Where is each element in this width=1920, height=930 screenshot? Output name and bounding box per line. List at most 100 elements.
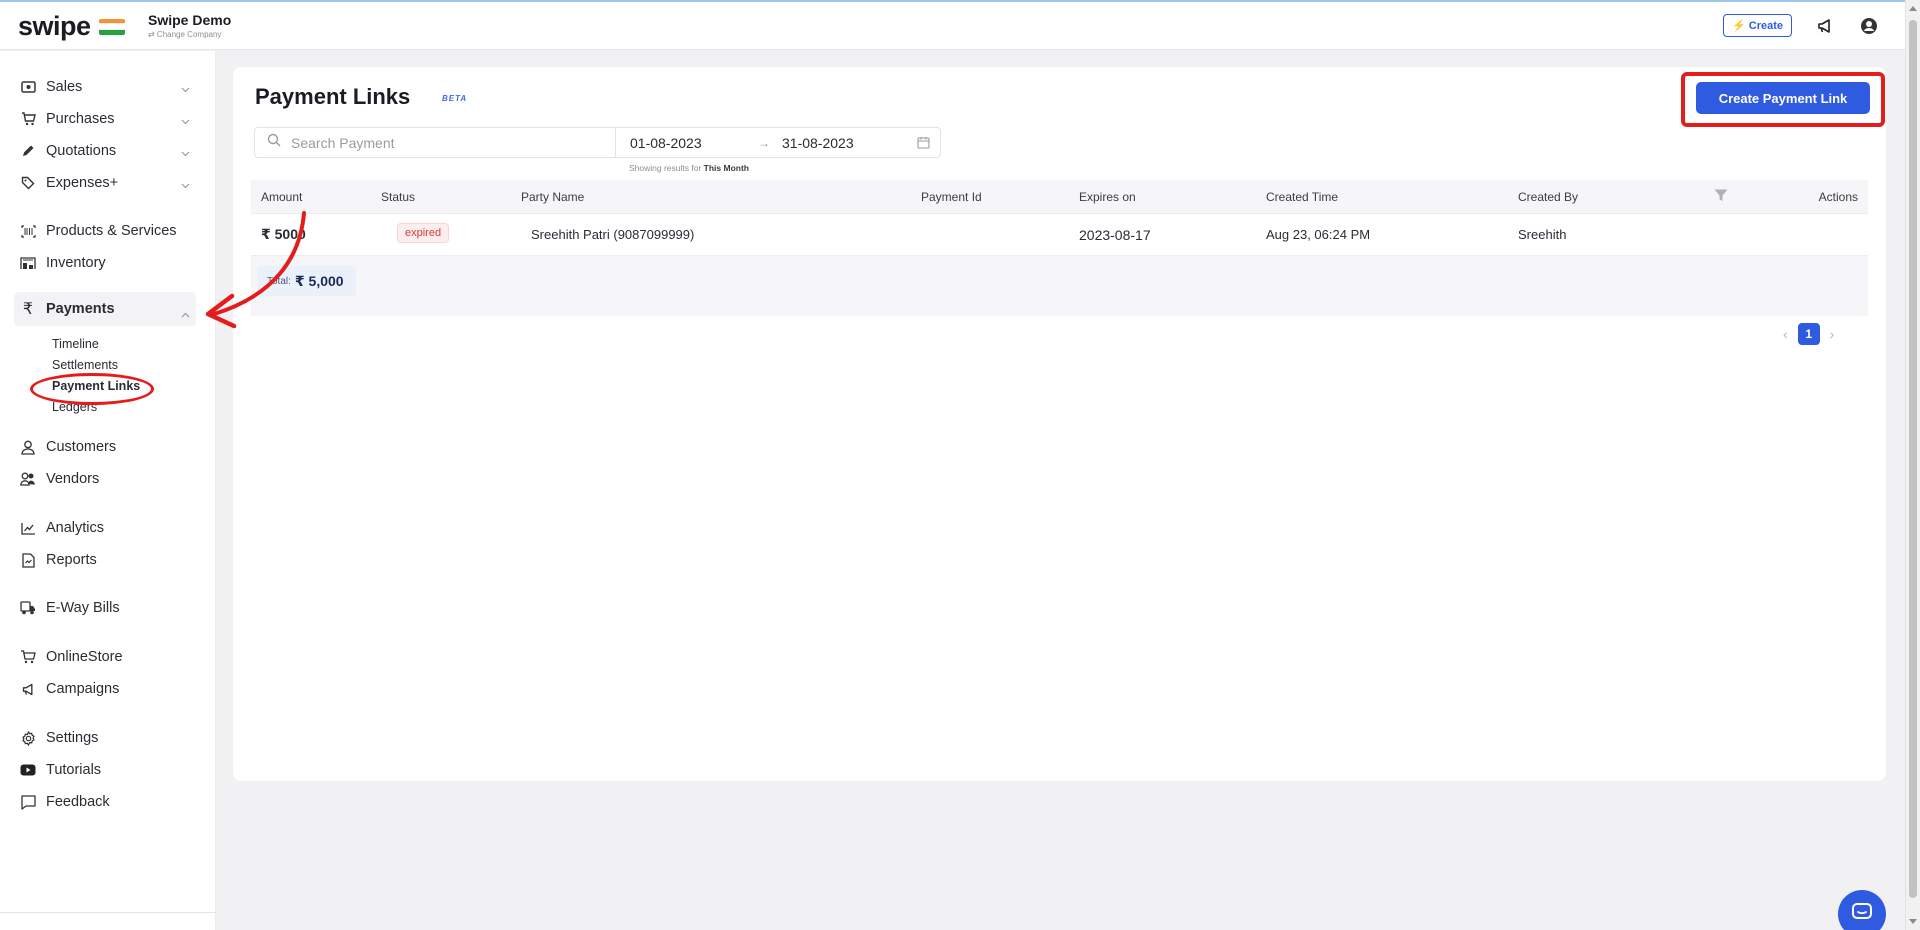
pagination-next-button[interactable]: › bbox=[1830, 326, 1835, 342]
pagination-page-1[interactable]: 1 bbox=[1797, 323, 1820, 345]
date-range-picker[interactable]: 01-08-2023 → 31-08-2023 bbox=[615, 127, 941, 158]
quick-create-label: Create bbox=[1748, 19, 1783, 32]
cell-created-time: Aug 23, 06:24 PM bbox=[1266, 227, 1371, 242]
sidebar-item-feedback[interactable]: Feedback bbox=[20, 790, 196, 814]
total-value: ₹ 5,000 bbox=[294, 272, 344, 289]
sidebar-item-products[interactable]: Products & Services bbox=[20, 219, 196, 243]
filter-icon[interactable] bbox=[1714, 189, 1728, 205]
chart-line-icon bbox=[20, 520, 36, 536]
cell-amount: ₹ 5000 bbox=[261, 226, 306, 242]
sidebar-item-label: Purchases bbox=[46, 111, 115, 127]
sidebar-subitem-ledgers[interactable]: Ledgers bbox=[52, 400, 97, 414]
sidebar-item-inventory[interactable]: Inventory bbox=[20, 251, 196, 275]
pencil-icon bbox=[20, 143, 36, 159]
col-header-actions: Actions bbox=[1818, 190, 1858, 204]
scroll-up-icon[interactable] bbox=[1909, 6, 1917, 11]
sidebar-footer bbox=[0, 912, 216, 930]
total-label: Total: bbox=[267, 275, 291, 287]
sidebar-item-label: Expenses+ bbox=[46, 175, 119, 191]
search-input[interactable] bbox=[291, 134, 591, 151]
sidebar-item-expenses[interactable]: Expenses+ bbox=[20, 171, 196, 195]
sidebar-subitem-settlements[interactable]: Settlements bbox=[52, 358, 118, 372]
chevron-down-icon bbox=[181, 145, 190, 161]
sidebar-item-label: Settings bbox=[46, 730, 99, 746]
sidebar-item-vendors[interactable]: Vendors bbox=[20, 467, 196, 491]
truck-icon bbox=[20, 600, 36, 616]
sidebar-item-eway-bills[interactable]: E-Way Bills bbox=[20, 596, 196, 620]
search-box bbox=[254, 127, 615, 158]
col-header-payment-id: Payment Id bbox=[921, 190, 982, 204]
user-avatar-icon[interactable] bbox=[1858, 15, 1880, 37]
megaphone-icon bbox=[20, 681, 36, 697]
create-payment-link-button[interactable]: Create Payment Link bbox=[1696, 82, 1870, 114]
sidebar-item-label: E-Way Bills bbox=[46, 600, 120, 616]
date-from[interactable]: 01-08-2023 bbox=[630, 135, 702, 151]
india-flag-icon bbox=[98, 18, 125, 35]
calendar-icon[interactable] bbox=[917, 136, 930, 152]
message-icon bbox=[20, 794, 36, 810]
change-company-link[interactable]: ⇄ Change Company bbox=[148, 30, 231, 39]
table-footer: Total: ₹ 5,000 bbox=[251, 256, 1868, 316]
col-header-amount: Amount bbox=[261, 190, 303, 204]
table-row[interactable]: ₹ 5000 expired Sreehith Patri (908709999… bbox=[251, 214, 1868, 256]
date-range-arrow: → bbox=[758, 135, 770, 150]
sidebar-item-onlinestore[interactable]: OnlineStore bbox=[20, 645, 196, 669]
date-to[interactable]: 31-08-2023 bbox=[782, 135, 854, 151]
scroll-thumb[interactable] bbox=[1909, 20, 1917, 898]
sidebar-subitem-timeline[interactable]: Timeline bbox=[52, 337, 99, 351]
barcode-icon bbox=[20, 223, 36, 239]
top-right-actions: ⚡ Create bbox=[1723, 14, 1880, 37]
users-icon bbox=[20, 471, 36, 487]
showing-period: This Month bbox=[703, 163, 749, 173]
sidebar-item-quotations[interactable]: Quotations bbox=[20, 139, 196, 163]
status-badge: expired bbox=[397, 223, 450, 243]
cell-created-by: Sreehith bbox=[1518, 227, 1567, 242]
swipe-logo[interactable]: swipe bbox=[18, 11, 125, 42]
col-header-expires-on: Expires on bbox=[1079, 190, 1136, 204]
megaphone-icon[interactable] bbox=[1814, 15, 1836, 37]
col-header-party-name: Party Name bbox=[521, 190, 585, 204]
company-switcher[interactable]: Swipe Demo ⇄ Change Company bbox=[148, 12, 231, 39]
top-bar: swipe Swipe Demo ⇄ Change Company ⚡ Crea… bbox=[0, 0, 1920, 50]
chevron-down-icon bbox=[181, 177, 190, 193]
cell-party-name: Sreehith Patri (9087099999) bbox=[531, 227, 695, 242]
sidebar-item-tutorials[interactable]: Tutorials bbox=[20, 758, 196, 782]
rupee-icon: ₹ bbox=[22, 301, 34, 318]
warehouse-icon bbox=[20, 255, 36, 271]
sidebar-item-campaigns[interactable]: Campaigns bbox=[20, 677, 196, 701]
page-scrollbar[interactable] bbox=[1905, 0, 1920, 930]
chevron-down-icon bbox=[181, 113, 190, 129]
search-icon bbox=[267, 133, 281, 152]
pagination-prev-button[interactable]: ‹ bbox=[1783, 326, 1788, 342]
sidebar-item-label: Inventory bbox=[46, 255, 106, 271]
page-title: Payment Links bbox=[255, 84, 411, 109]
main-content-card: Payment Links BETA Create Payment Link 0… bbox=[233, 67, 1886, 781]
cash-icon bbox=[20, 79, 36, 95]
sidebar-item-label: Sales bbox=[46, 79, 83, 95]
quick-create-button[interactable]: ⚡ Create bbox=[1723, 14, 1792, 37]
gear-icon bbox=[20, 730, 36, 746]
logo-text: swipe bbox=[18, 11, 91, 41]
sidebar-item-label: Vendors bbox=[46, 471, 100, 487]
sidebar-item-label: Analytics bbox=[46, 520, 105, 536]
col-header-created-time: Created Time bbox=[1266, 190, 1339, 204]
beta-badge: BETA bbox=[442, 94, 468, 103]
sidebar-item-payments[interactable]: ₹ Payments bbox=[14, 292, 196, 326]
sidebar-subitem-payment-links[interactable]: Payment Links bbox=[52, 379, 140, 393]
sidebar-item-analytics[interactable]: Analytics bbox=[20, 516, 196, 540]
sidebar-item-settings[interactable]: Settings bbox=[20, 726, 196, 750]
report-file-icon bbox=[20, 552, 36, 568]
sidebar-item-sales[interactable]: Sales bbox=[20, 75, 196, 99]
sidebar-item-customers[interactable]: Customers bbox=[20, 435, 196, 459]
showing-prefix: Showing results for bbox=[629, 163, 702, 173]
company-name: Swipe Demo bbox=[148, 12, 232, 28]
sidebar-item-label: Campaigns bbox=[46, 681, 120, 697]
chevron-up-icon bbox=[181, 306, 190, 322]
total-summary: Total: ₹ 5,000 bbox=[257, 266, 356, 296]
store-cart-icon bbox=[20, 649, 36, 665]
sidebar-item-label: Customers bbox=[46, 439, 117, 455]
sidebar-item-purchases[interactable]: Purchases bbox=[20, 107, 196, 131]
chat-support-button[interactable] bbox=[1838, 890, 1886, 930]
sidebar-item-reports[interactable]: Reports bbox=[20, 548, 196, 572]
scroll-down-icon[interactable] bbox=[1909, 919, 1917, 924]
